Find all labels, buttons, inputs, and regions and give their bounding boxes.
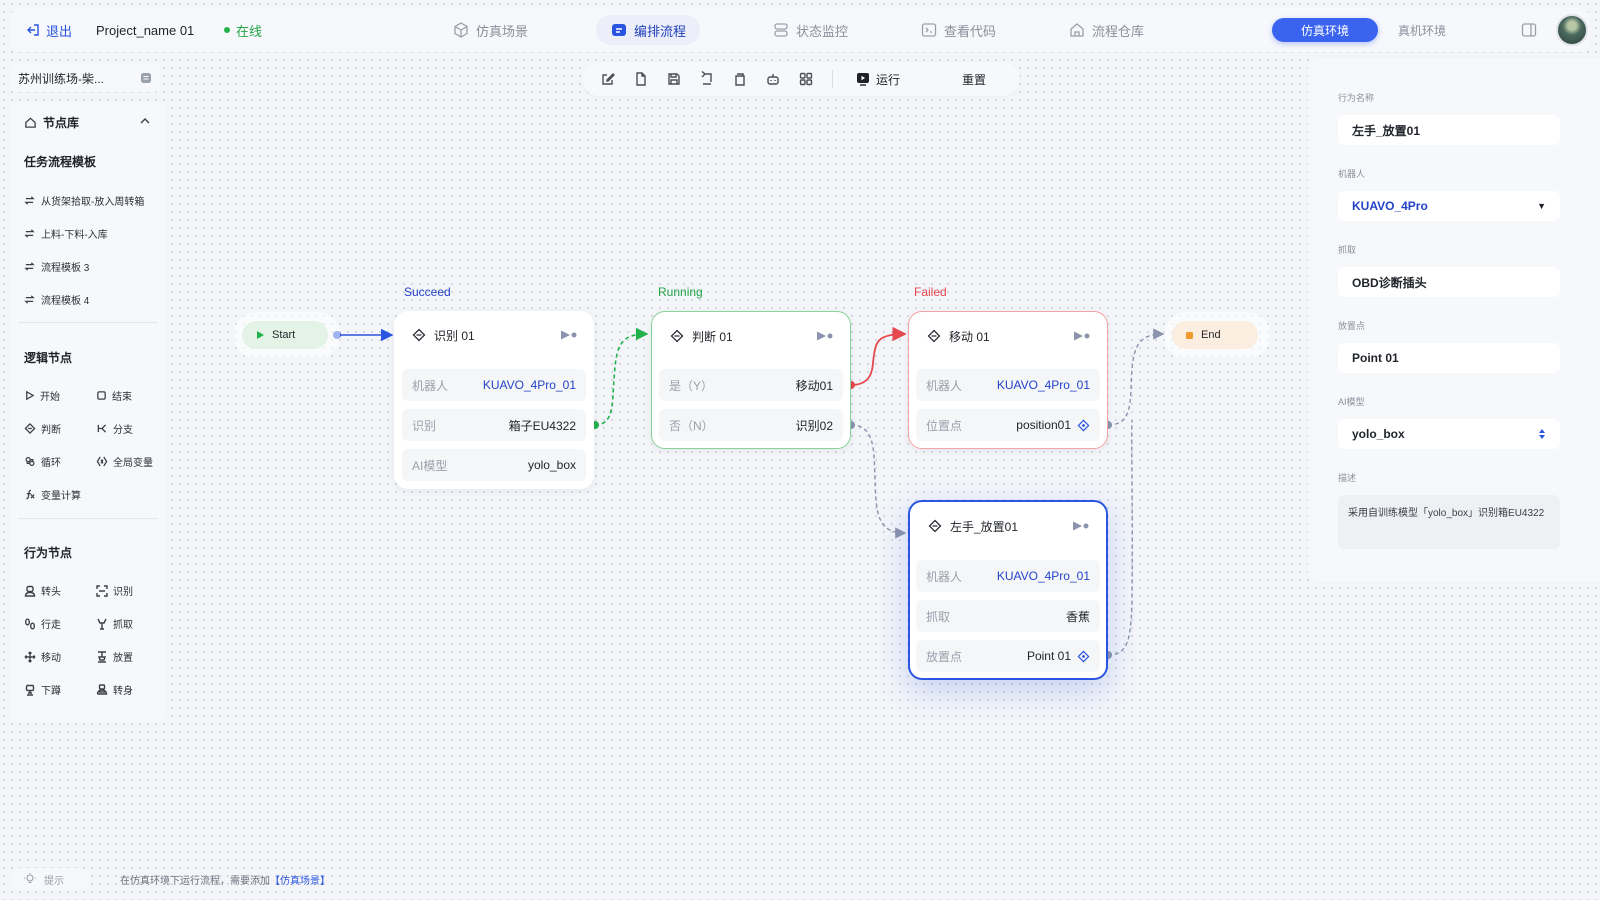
desc-label: 描述 [1338,473,1357,483]
location-diamond-icon[interactable] [1077,650,1090,663]
node-row: 放置点 Point 01 [916,640,1100,672]
row-key: 识别 [412,418,437,433]
row-key: 机器人 [926,378,963,393]
row-value: KUAVO_4Pro_01 [482,378,576,392]
status-running: Running [658,285,703,299]
robot-label: 机器人 [1338,169,1366,179]
name-input[interactable]: 左手_放置01 [1338,115,1560,145]
grab-label: 抓取 [1338,245,1357,255]
start-node[interactable]: Start [242,321,328,349]
node-judge[interactable]: 判断 01 是（Y） 移动01 否（N） 识别02 [651,311,851,449]
edge-judge-yes-move [847,326,907,389]
row-key: 否（N） [669,418,714,433]
properties-panel: 行为名称 左手_放置01 机器人 KUAVO_4Pro ▼ 抓取 OBD诊断插头… [1308,58,1600,582]
start-label: Start [272,329,296,341]
grab-input[interactable]: OBD诊断插头 [1338,267,1560,297]
node-row: 抓取 香蕉 [916,600,1100,632]
hint-text: 在仿真环境下运行流程，需要添加 [120,875,270,887]
row-value: KUAVO_4Pro_01 [996,378,1090,392]
lightbulb-icon [24,873,36,884]
stop-icon [1186,331,1193,339]
edge-judge-no-place [847,421,907,539]
node-run-icon[interactable] [816,330,834,342]
place-input[interactable]: Point 01 [1338,343,1560,373]
row-value: 箱子EU4322 [508,418,576,433]
end-label: End [1201,329,1221,341]
place-label: 放置点 [1338,321,1366,331]
row-value: position01 [1016,418,1071,432]
edge-place-end [1104,419,1133,659]
diamond-icon [927,329,941,343]
name-label: 行为名称 [1338,93,1375,103]
hint-label: 提示 [44,875,64,887]
model-select[interactable]: yolo_box [1338,419,1560,449]
diamond-icon [670,329,684,343]
robot-value: KUAVO_4Pro [1352,199,1428,213]
node-title: 移动 01 [949,329,990,344]
row-key: 放置点 [926,649,963,664]
node-row: 是（Y） 移动01 [659,369,843,401]
node-row: 机器人 KUAVO_4Pro_01 [402,369,586,401]
row-key: AI模型 [412,458,448,473]
edge-move-end [1104,328,1165,429]
edge-recognize-judge [591,327,649,429]
node-row: 机器人 KUAVO_4Pro_01 [916,560,1100,592]
sim-scene-link[interactable]: 【仿真场景】 [270,872,330,887]
place-value: Point 01 [1352,351,1399,365]
node-row: 识别 箱子EU4322 [402,409,586,441]
node-move[interactable]: 移动 01 机器人 KUAVO_4Pro_01 位置点 position01 [908,311,1108,449]
name-value: 左手_放置01 [1352,123,1421,138]
grab-value: OBD诊断插头 [1352,275,1427,290]
row-key: 机器人 [412,378,449,393]
node-title: 识别 01 [434,328,475,343]
row-value: 移动01 [795,378,833,393]
caret-down-icon: ▼ [1537,201,1546,211]
node-recognize[interactable]: 识别 01 机器人 KUAVO_4Pro_01 识别 箱子EU4322 AI模型 yo… [394,311,594,489]
node-row: 位置点 position01 [916,409,1100,441]
node-title: 左手_放置01 [950,519,1019,534]
node-title: 判断 01 [692,329,733,344]
robot-select[interactable]: KUAVO_4Pro ▼ [1338,191,1560,221]
node-row: 机器人 KUAVO_4Pro_01 [916,369,1100,401]
diamond-icon [412,328,426,342]
node-run-icon[interactable] [1073,330,1091,342]
edge-start-recognize [333,328,394,342]
model-label: AI模型 [1338,397,1365,407]
node-run-icon[interactable] [1072,520,1090,532]
model-value: yolo_box [1352,427,1405,441]
row-value: KUAVO_4Pro_01 [996,569,1090,583]
hint-chip: 提示 [10,868,90,890]
status-failed: Failed [914,285,947,299]
diamond-icon [928,519,942,533]
play-icon [257,331,264,339]
sort-arrows-icon [1539,429,1545,439]
row-key: 机器人 [926,569,963,584]
status-succeed: Succeed [404,285,451,299]
row-key: 是（Y） [669,378,714,393]
end-node[interactable]: End [1172,321,1258,349]
node-row: AI模型 yolo_box [402,449,586,481]
node-left-place[interactable]: 左手_放置01 机器人 KUAVO_4Pro_01 抓取 香蕉 放置点 Point 0… [908,500,1108,680]
desc-textarea[interactable]: 采用自训练模型「yolo_box」识别箱EU4322 [1338,495,1560,549]
row-key: 位置点 [926,418,963,433]
location-diamond-icon[interactable] [1077,419,1090,432]
row-value: yolo_box [527,458,576,472]
node-run-icon[interactable] [560,329,578,341]
row-key: 抓取 [926,609,951,624]
row-value: Point 01 [1026,649,1071,663]
hint-message: 在仿真环境下运行流程，需要添加 【仿真场景】 [120,868,330,890]
row-value: 香蕉 [1065,609,1090,624]
node-row: 否（N） 识别02 [659,409,843,441]
row-value: 识别02 [795,418,833,433]
